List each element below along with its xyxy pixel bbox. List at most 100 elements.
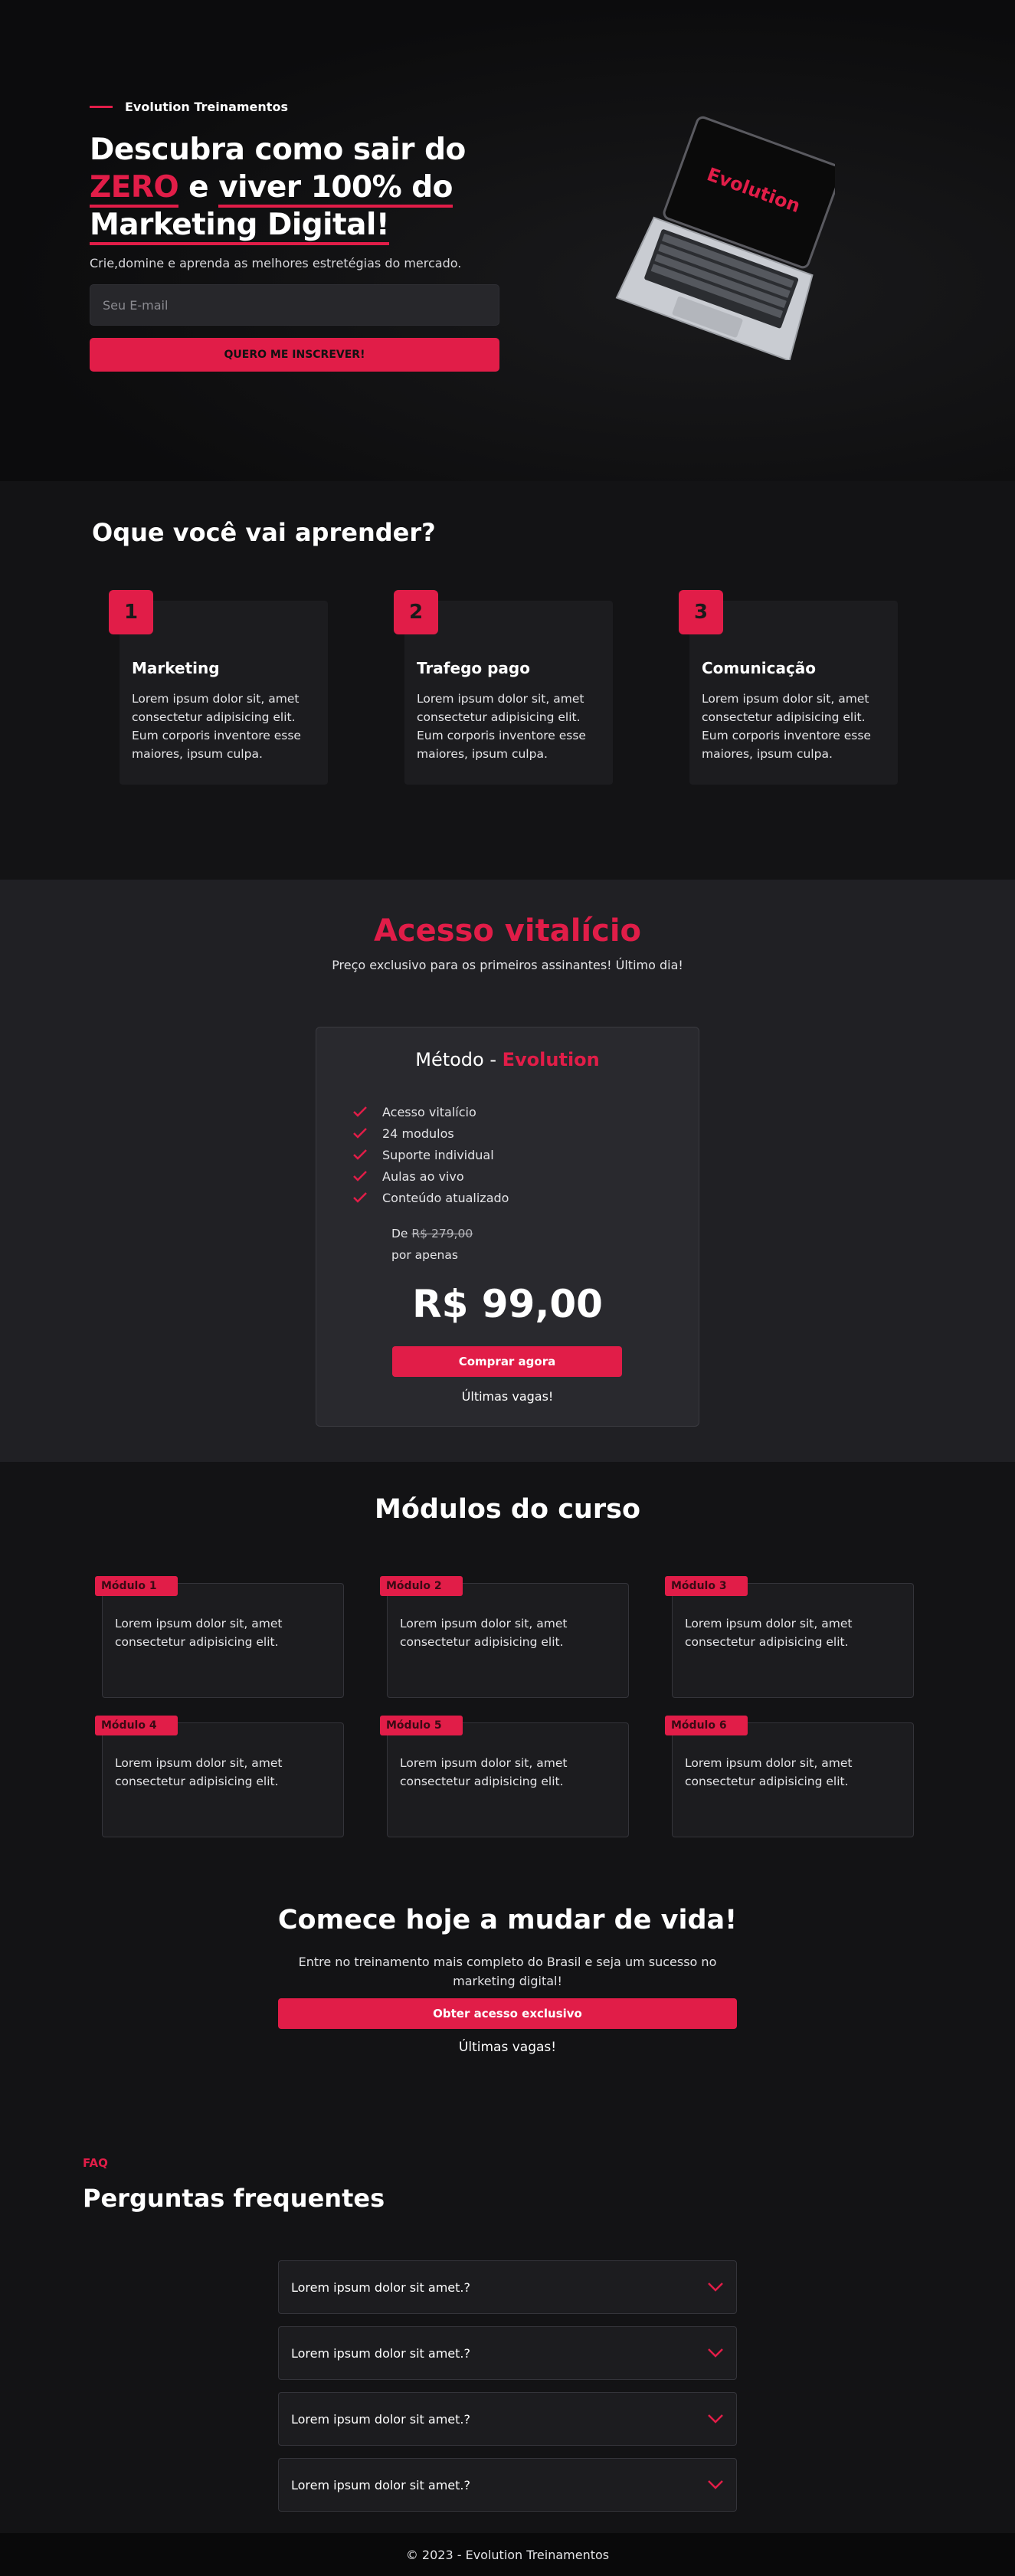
module-tag: Módulo 3: [665, 1576, 748, 1596]
footer: © 2023 - Evolution Treinamentos: [0, 2533, 1015, 2576]
module-tag: Módulo 5: [380, 1716, 463, 1735]
chevron-down-icon[interactable]: [707, 2479, 724, 2490]
learn-card: 3 Comunicação Lorem ipsum dolor sit, ame…: [679, 590, 898, 785]
module-card: Módulo 4 Lorem ipsum dolor sit, amet con…: [95, 1716, 344, 1837]
feature-item: Aulas ao vivo: [353, 1165, 509, 1187]
hero-title-zero: ZERO: [90, 170, 179, 208]
hero-content: Evolution Treinamentos Descubra como sai…: [90, 100, 499, 372]
check-icon: [353, 1106, 367, 1117]
feature-label: Aulas ao vivo: [382, 1168, 464, 1184]
module-card: Módulo 3 Lorem ipsum dolor sit, amet con…: [665, 1576, 914, 1698]
pricing-section: Acesso vitalício Preço exclusivo para os…: [0, 880, 1015, 1462]
brand-row: Evolution Treinamentos: [90, 100, 499, 114]
module-tag: Módulo 4: [95, 1716, 178, 1735]
learn-section: Oque você vai aprender? 1 Marketing Lore…: [0, 481, 1015, 880]
brand-accent-line: [90, 106, 113, 108]
module-tag: Módulo 2: [380, 1576, 463, 1596]
plan-prefix: Método -: [415, 1049, 503, 1070]
feature-label: Acesso vitalício: [382, 1104, 476, 1119]
learn-card-text: Lorem ipsum dolor sit, amet consectetur …: [417, 692, 586, 761]
hero-title-line-2: viver 100% do: [218, 170, 453, 208]
module-text: Lorem ipsum dolor sit, amet consectetur …: [400, 1617, 568, 1649]
cta-section: Comece hoje a mudar de vida! Entre no tr…: [0, 1889, 1015, 2135]
feature-list: Acesso vitalício 24 modulos Suporte indi…: [353, 1101, 509, 1208]
from-label: De: [391, 1227, 412, 1240]
cta-last-spots: Últimas vagas!: [458, 2040, 557, 2055]
plan-name: Método - Evolution: [316, 1049, 699, 1070]
faq-label: FAQ: [83, 2156, 108, 2170]
check-icon: [353, 1192, 367, 1203]
module-card: Módulo 5 Lorem ipsum dolor sit, amet con…: [380, 1716, 629, 1837]
check-icon: [353, 1128, 367, 1139]
learn-card: 2 Trafego pago Lorem ipsum dolor sit, am…: [394, 590, 613, 785]
feature-label: 24 modulos: [382, 1126, 454, 1141]
modules-title: Módulos do curso: [375, 1494, 640, 1525]
module-text: Lorem ipsum dolor sit, amet consectetur …: [115, 1617, 283, 1649]
hero-section: Evolution Treinamentos Descubra como sai…: [0, 0, 1015, 481]
faq-title: Perguntas frequentes: [83, 2184, 385, 2213]
learn-card-title: Comunicação: [702, 659, 817, 677]
learn-card-number: 2: [394, 590, 438, 634]
laptop-image: Evolution: [615, 116, 835, 360]
feature-item: Suporte individual: [353, 1144, 509, 1165]
module-text: Lorem ipsum dolor sit, amet consectetur …: [685, 1756, 853, 1788]
feature-item: Acesso vitalício: [353, 1101, 509, 1122]
module-tag: Módulo 1: [95, 1576, 178, 1596]
pricing-title: Acesso vitalício: [373, 913, 642, 949]
hero-title-and: e: [178, 170, 219, 205]
hero-title: Descubra como sair do ZERO e viver 100% …: [90, 131, 499, 245]
chevron-down-icon[interactable]: [707, 2414, 724, 2424]
module-text: Lorem ipsum dolor sit, amet consectetur …: [115, 1756, 283, 1788]
faq-question: Lorem ipsum dolor sit amet.?: [291, 2477, 470, 2492]
faq-question: Lorem ipsum dolor sit amet.?: [291, 2279, 470, 2295]
buy-now-button[interactable]: Comprar agora: [392, 1346, 622, 1377]
cta-subtitle: Entre no treinamento mais completo do Br…: [298, 1955, 717, 1988]
module-card: Módulo 6 Lorem ipsum dolor sit, amet con…: [665, 1716, 914, 1837]
learn-card-number: 3: [679, 590, 723, 634]
only-label: por apenas: [391, 1248, 458, 1262]
module-card: Módulo 1 Lorem ipsum dolor sit, amet con…: [95, 1576, 344, 1698]
old-price: R$ 279,00: [411, 1227, 473, 1240]
feature-item: 24 modulos: [353, 1122, 509, 1144]
learn-card-text: Lorem ipsum dolor sit, amet consectetur …: [132, 692, 301, 761]
feature-item: Conteúdo atualizado: [353, 1187, 509, 1208]
faq-section: FAQ Perguntas frequentes Lorem ipsum dol…: [0, 2135, 1015, 2533]
pricing-subtitle: Preço exclusivo para os primeiros assina…: [332, 958, 683, 972]
module-tag: Módulo 6: [665, 1716, 748, 1735]
subscribe-button[interactable]: QUERO ME INSCREVER!: [90, 338, 499, 372]
module-text: Lorem ipsum dolor sit, amet consectetur …: [685, 1617, 853, 1649]
hero-subtitle: Crie,domine e aprenda as melhores estret…: [90, 256, 462, 270]
chevron-down-icon[interactable]: [707, 2348, 724, 2358]
check-icon: [353, 1149, 367, 1160]
learn-card-title: Trafego pago: [417, 659, 530, 677]
faq-item[interactable]: Lorem ipsum dolor sit amet.?: [278, 2392, 737, 2446]
modules-section: Módulos do curso Módulo 1 Lorem ipsum do…: [0, 1462, 1015, 1889]
get-access-button[interactable]: Obter acesso exclusivo: [278, 1998, 737, 2029]
footer-text: © 2023 - Evolution Treinamentos: [405, 2547, 610, 2562]
faq-item[interactable]: Lorem ipsum dolor sit amet.?: [278, 2458, 737, 2512]
check-icon: [353, 1171, 367, 1181]
module-card: Módulo 2 Lorem ipsum dolor sit, amet con…: [380, 1576, 629, 1698]
feature-label: Conteúdo atualizado: [382, 1190, 509, 1205]
learn-card: 1 Marketing Lorem ipsum dolor sit, amet …: [109, 590, 328, 785]
chevron-down-icon[interactable]: [707, 2282, 724, 2293]
plan-brand: Evolution: [502, 1049, 600, 1070]
hero-title-line-1: Descubra como sair do: [90, 133, 466, 167]
brand-name: Evolution Treinamentos: [125, 100, 288, 114]
module-text: Lorem ipsum dolor sit, amet consectetur …: [400, 1756, 568, 1788]
cta-title: Comece hoje a mudar de vida!: [277, 1905, 738, 1935]
faq-item[interactable]: Lorem ipsum dolor sit amet.?: [278, 2260, 737, 2314]
learn-card-title: Marketing: [132, 659, 220, 677]
learn-card-number: 1: [109, 590, 153, 634]
email-input[interactable]: [90, 284, 499, 326]
last-spots-text: Últimas vagas!: [461, 1389, 554, 1404]
old-price-line: De R$ 279,00: [391, 1227, 473, 1240]
learn-title: Oque você vai aprender?: [92, 518, 436, 547]
feature-label: Suporte individual: [382, 1147, 494, 1162]
price-card: Método - Evolution Acesso vitalício 24 m…: [316, 1027, 699, 1427]
faq-item[interactable]: Lorem ipsum dolor sit amet.?: [278, 2326, 737, 2380]
hero-title-line-3: Marketing Digital!: [90, 208, 390, 245]
faq-question: Lorem ipsum dolor sit amet.?: [291, 2411, 470, 2427]
learn-card-text: Lorem ipsum dolor sit, amet consectetur …: [702, 692, 871, 761]
faq-question: Lorem ipsum dolor sit amet.?: [291, 2345, 470, 2361]
